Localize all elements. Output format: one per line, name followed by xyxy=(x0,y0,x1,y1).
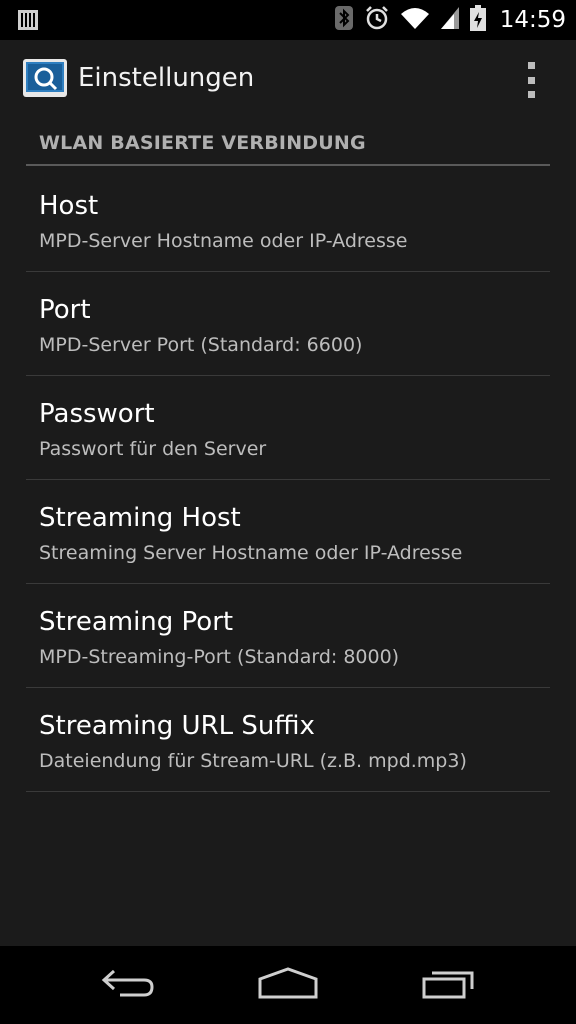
battery-icon xyxy=(469,5,486,35)
status-bar: 14:59 xyxy=(0,0,576,40)
pref-title: Port xyxy=(39,295,91,325)
pref-summary: Passwort für den Server xyxy=(39,438,267,460)
wifi-icon xyxy=(400,6,430,34)
pref-title: Streaming URL Suffix xyxy=(39,711,315,741)
sim-card-icon xyxy=(16,8,40,32)
alarm-icon xyxy=(364,5,390,35)
pref-summary: MPD-Streaming-Port (Standard: 8000) xyxy=(39,646,400,668)
home-icon xyxy=(258,967,318,1003)
page-title: Einstellungen xyxy=(78,63,255,93)
pref-item-password[interactable]: Passwort Passwort für den Server xyxy=(26,376,550,480)
pref-item-host[interactable]: Host MPD-Server Hostname oder IP-Adresse xyxy=(26,168,550,272)
app-icon[interactable] xyxy=(22,58,68,98)
status-icons: 14:59 xyxy=(334,0,568,40)
preference-list: Host MPD-Server Hostname oder IP-Adresse… xyxy=(26,168,550,792)
recent-apps-button[interactable] xyxy=(390,946,510,1024)
back-button[interactable] xyxy=(68,946,188,1024)
back-icon xyxy=(100,967,156,1003)
bluetooth-icon xyxy=(334,5,354,35)
pref-title: Streaming Host xyxy=(39,503,241,533)
home-button[interactable] xyxy=(228,946,348,1024)
category-label: WLAN BASIERTE VERBINDUNG xyxy=(39,132,366,154)
overflow-menu-icon[interactable] xyxy=(516,62,546,98)
pref-summary: MPD-Server Port (Standard: 6600) xyxy=(39,334,363,356)
pref-item-streaming-host[interactable]: Streaming Host Streaming Server Hostname… xyxy=(26,480,550,584)
action-bar: Einstellungen xyxy=(0,40,576,116)
category-header: WLAN BASIERTE VERBINDUNG xyxy=(26,116,550,166)
pref-title: Host xyxy=(39,191,99,221)
recent-apps-icon xyxy=(422,967,478,1003)
signal-icon xyxy=(440,6,460,34)
pref-item-port[interactable]: Port MPD-Server Port (Standard: 6600) xyxy=(26,272,550,376)
pref-item-streaming-port[interactable]: Streaming Port MPD-Streaming-Port (Stand… xyxy=(26,584,550,688)
pref-item-streaming-url-suffix[interactable]: Streaming URL Suffix Dateiendung für Str… xyxy=(26,688,550,792)
status-time: 14:59 xyxy=(499,7,566,33)
pref-title: Passwort xyxy=(39,399,155,429)
pref-summary: MPD-Server Hostname oder IP-Adresse xyxy=(39,230,408,252)
navigation-bar xyxy=(0,946,576,1024)
pref-summary: Streaming Server Hostname oder IP-Adress… xyxy=(39,542,463,564)
pref-title: Streaming Port xyxy=(39,607,234,637)
settings-screen: 14:59 Einstellungen WLAN BASIERTE VERBIN… xyxy=(0,0,576,1024)
pref-summary: Dateiendung für Stream-URL (z.B. mpd.mp3… xyxy=(39,750,467,772)
